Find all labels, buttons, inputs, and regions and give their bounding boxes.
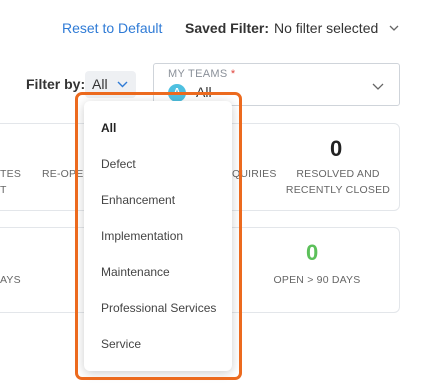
stat-label-line: RESOLVED AND: [296, 168, 380, 180]
filter-by-value: All: [92, 76, 108, 92]
saved-filter-select[interactable]: No filter selected: [274, 20, 378, 36]
highlight-box: [75, 92, 242, 380]
my-teams-label-text: MY TEAMS: [168, 68, 228, 80]
saved-filter-label: Saved Filter:: [185, 20, 270, 36]
required-marker: *: [230, 68, 236, 80]
open-90-stat-label: OPEN > 90 DAYS: [273, 274, 361, 286]
resolved-count[interactable]: 0: [330, 136, 342, 162]
stat-label-line: T: [0, 184, 7, 196]
stat-label-line: RECENTLY CLOSED: [285, 184, 391, 196]
stat-label-partial: TES T: [0, 166, 21, 198]
chevron-down-icon[interactable]: [388, 22, 400, 34]
chevron-down-icon: [117, 81, 128, 88]
days-stat-label-partial: AYS: [0, 274, 21, 286]
stat-label-line: TES: [0, 168, 22, 180]
my-teams-label: MY TEAMS *: [168, 68, 235, 80]
reset-to-default-link[interactable]: Reset to Default: [62, 20, 162, 36]
chevron-down-icon: [372, 83, 384, 90]
filter-by-label: Filter by:: [26, 76, 86, 92]
resolved-stat-label: RESOLVED AND RECENTLY CLOSED: [283, 166, 393, 198]
open-90-count[interactable]: 0: [306, 240, 318, 266]
